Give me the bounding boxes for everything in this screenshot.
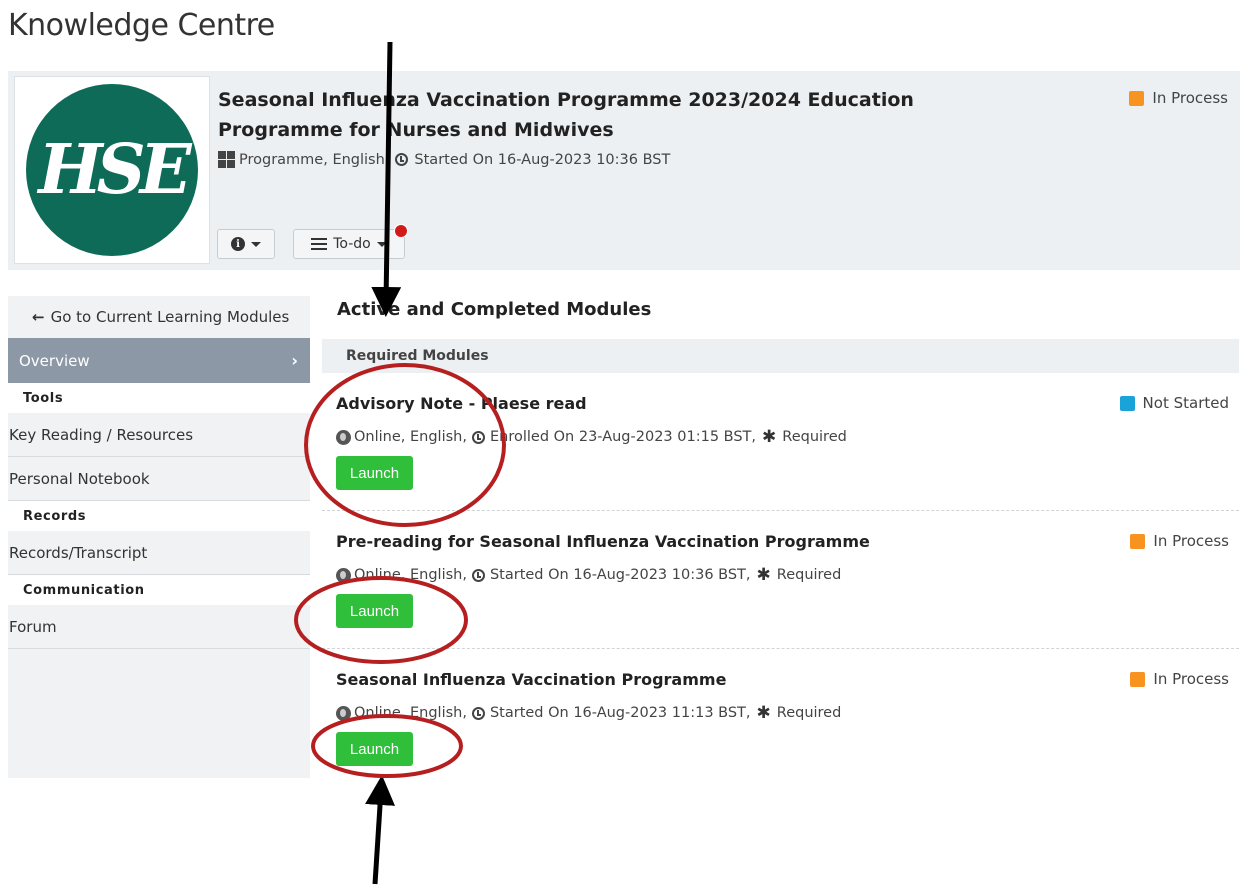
section-communication: Communication	[8, 575, 310, 605]
module-title: Advisory Note - Plaese read	[336, 394, 587, 413]
section-tools: Tools	[8, 383, 310, 413]
module-meta: Online, English, Started On 16-Aug-2023 …	[336, 703, 841, 723]
required-modules-header: Required Modules	[322, 339, 1239, 373]
launch-button[interactable]: Launch	[336, 456, 413, 490]
status-square-icon	[1129, 90, 1145, 106]
caret-down-icon	[251, 241, 261, 247]
course-logo: HSE	[14, 76, 210, 264]
sidebar: ← Go to Current Learning Modules Overvie…	[8, 296, 310, 778]
module-meta-text: Online, English,	[354, 429, 467, 445]
asterisk-icon: ✱	[756, 565, 771, 585]
module-status-text: Not Started	[1142, 394, 1229, 412]
module-item: Pre-reading for Seasonal Influenza Vacci…	[322, 511, 1239, 649]
back-label: Go to Current Learning Modules	[50, 308, 290, 326]
todo-dropdown-button[interactable]: To-do	[293, 229, 405, 259]
course-meta-text: Programme, English,	[239, 151, 390, 168]
module-item: Advisory Note - Plaese read Not Started …	[322, 373, 1239, 511]
page-title: Knowledge Centre	[8, 8, 275, 43]
asterisk-icon: ✱	[762, 427, 777, 447]
todo-label: To-do	[333, 236, 371, 252]
clock-icon	[471, 706, 485, 720]
course-header: HSE Seasonal Influenza Vaccination Progr…	[8, 71, 1240, 270]
notification-dot	[395, 225, 407, 237]
globe-icon	[336, 429, 351, 445]
list-icon	[311, 237, 328, 251]
info-dropdown-button[interactable]: i	[217, 229, 275, 259]
module-meta-text: Online, English,	[354, 567, 467, 583]
launch-button[interactable]: Launch	[336, 732, 413, 766]
annotation-arrow-up	[365, 775, 396, 885]
asterisk-icon: ✱	[756, 703, 771, 723]
module-title: Pre-reading for Seasonal Influenza Vacci…	[336, 532, 870, 551]
caret-down-icon	[376, 241, 387, 247]
module-meta: Online, English, Enrolled On 23-Aug-2023…	[336, 427, 847, 447]
overview-label: Overview	[19, 351, 90, 370]
hse-logo: HSE	[26, 84, 198, 256]
status-square-icon	[1130, 533, 1146, 549]
module-status-badge: In Process	[1130, 670, 1229, 688]
module-date: Started On 16-Aug-2023 11:13 BST,	[489, 705, 751, 721]
module-status-badge: In Process	[1130, 532, 1229, 550]
module-meta-text: Online, English,	[354, 705, 467, 721]
arrow-left-icon: ←	[32, 308, 45, 326]
module-required: Required	[776, 567, 842, 583]
course-started: Started On 16-Aug-2023 10:36 BST	[414, 151, 671, 168]
module-status-text: In Process	[1153, 532, 1229, 550]
chevron-right-icon: ›	[291, 351, 298, 370]
sidebar-item-overview[interactable]: Overview ›	[8, 338, 310, 383]
info-icon: i	[231, 237, 245, 251]
module-status-text: In Process	[1153, 670, 1229, 688]
globe-icon	[336, 705, 351, 721]
module-date: Started On 16-Aug-2023 10:36 BST,	[489, 567, 751, 583]
globe-icon	[336, 567, 351, 583]
sidebar-item-forum[interactable]: Forum	[8, 605, 310, 649]
module-meta: Online, English, Started On 16-Aug-2023 …	[336, 565, 841, 585]
course-meta: Programme, English, Started On 16-Aug-20…	[218, 151, 670, 168]
module-required: Required	[776, 705, 842, 721]
module-item: Seasonal Influenza Vaccination Programme…	[322, 649, 1239, 787]
back-to-modules-link[interactable]: ← Go to Current Learning Modules	[8, 296, 310, 338]
sidebar-item-transcript[interactable]: Records/Transcript	[8, 531, 310, 575]
programme-icon	[218, 151, 235, 168]
module-title: Seasonal Influenza Vaccination Programme	[336, 670, 727, 689]
sidebar-item-notebook[interactable]: Personal Notebook	[8, 457, 310, 501]
clock-icon	[395, 153, 409, 166]
modules-heading: Active and Completed Modules	[337, 299, 652, 320]
status-square-icon	[1119, 395, 1135, 411]
course-status-text: In Process	[1152, 89, 1228, 107]
sidebar-item-key-reading[interactable]: Key Reading / Resources	[8, 413, 310, 457]
course-status-badge: In Process	[1129, 89, 1228, 107]
module-required: Required	[782, 429, 847, 445]
section-records: Records	[8, 501, 310, 531]
status-square-icon	[1130, 671, 1146, 687]
launch-button[interactable]: Launch	[336, 594, 413, 628]
course-title: Seasonal Influenza Vaccination Programme…	[218, 89, 914, 141]
module-date: Enrolled On 23-Aug-2023 01:15 BST,	[489, 429, 757, 445]
module-status-badge: Not Started	[1119, 394, 1229, 412]
clock-icon	[471, 568, 485, 582]
clock-icon	[471, 430, 485, 444]
